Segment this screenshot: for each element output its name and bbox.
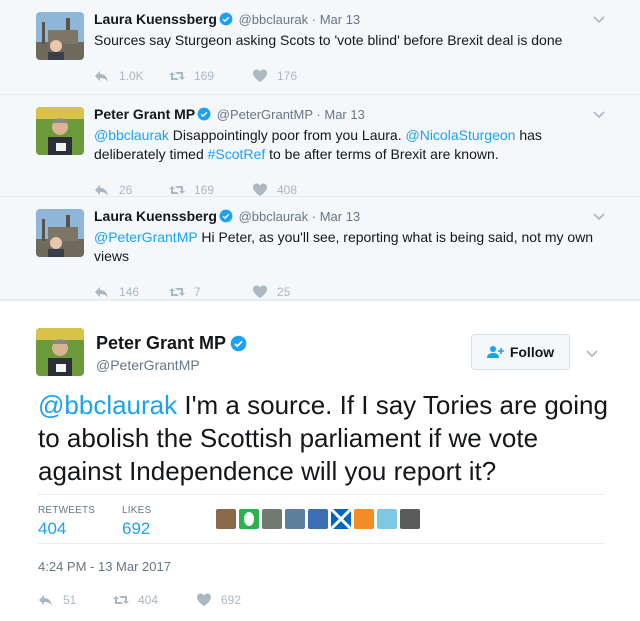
avatar[interactable] — [308, 509, 328, 529]
follow-button[interactable]: Follow — [471, 334, 570, 370]
avatar[interactable] — [36, 107, 84, 155]
reply-tweet[interactable]: Peter Grant MP @PeterGrantMP · Mar 13 @b… — [0, 95, 640, 197]
chevron-down-icon[interactable] — [585, 346, 599, 360]
verified-badge-icon — [230, 335, 247, 352]
retweet-icon — [169, 288, 185, 296]
retweets-stat[interactable]: RETWEETS 404 — [38, 505, 95, 539]
author-handle[interactable]: @bbclaurak — [239, 209, 309, 224]
author-name[interactable]: Laura Kuenssberg — [94, 11, 217, 27]
tweet-actions: 1.0K 169 176 — [94, 58, 624, 94]
main-tweet: Peter Grant MP @PeterGrantMP Follow @bbc… — [0, 300, 640, 621]
verified-badge-icon — [219, 12, 233, 26]
retweet-icon — [169, 72, 185, 80]
author-handle[interactable]: @PeterGrantMP — [217, 107, 313, 122]
reply-tweet[interactable]: Laura Kuenssberg @bbclaurak · Mar 13 Sou… — [0, 0, 640, 95]
avatar[interactable] — [285, 509, 305, 529]
verified-badge-icon — [197, 107, 211, 121]
chevron-down-icon[interactable] — [592, 107, 606, 121]
avatar[interactable] — [36, 209, 84, 257]
text-span: Sources say Sturgeon asking Scots to 'vo… — [94, 32, 563, 48]
avatar[interactable] — [400, 509, 420, 529]
reply-icon — [95, 185, 108, 196]
heart-icon — [253, 183, 267, 196]
chevron-down-icon[interactable] — [592, 209, 606, 223]
chevron-down-icon[interactable] — [592, 12, 606, 26]
tweet-text: @PeterGrantMP Hi Peter, as you'll see, r… — [94, 228, 624, 266]
like-button[interactable]: 692 — [196, 592, 241, 608]
mention-link[interactable]: @bbclaurak — [94, 127, 169, 143]
author-handle[interactable]: @PeterGrantMP — [96, 357, 200, 373]
likes-stat[interactable]: LIKES 692 — [122, 505, 151, 539]
text-span: to be after terms of Brexit are known. — [265, 146, 499, 162]
retweet-icon — [169, 186, 185, 194]
reply-icon — [95, 71, 108, 82]
heart-icon — [253, 285, 267, 298]
tweet-text: Sources say Sturgeon asking Scots to 'vo… — [94, 31, 624, 50]
author-name[interactable]: Peter Grant MP — [94, 106, 195, 122]
reply-button[interactable]: 146 — [94, 284, 169, 300]
verified-badge-icon — [219, 209, 233, 223]
tweet-date[interactable]: Mar 13 — [320, 209, 360, 224]
author-name[interactable]: Laura Kuenssberg — [94, 208, 217, 224]
mention-link[interactable]: @bbclaurak — [38, 390, 177, 420]
mention-link[interactable]: @PeterGrantMP — [94, 229, 197, 245]
retweet-icon — [113, 596, 129, 604]
avatar[interactable] — [262, 509, 282, 529]
reply-tweet[interactable]: Laura Kuenssberg @bbclaurak · Mar 13 @Pe… — [0, 197, 640, 300]
avatar[interactable] — [36, 328, 84, 376]
tweet-date[interactable]: Mar 13 — [320, 12, 360, 27]
retweet-button[interactable]: 404 — [113, 592, 196, 608]
avatar[interactable] — [216, 509, 236, 529]
like-button[interactable]: 176 — [252, 68, 297, 84]
like-button[interactable]: 25 — [252, 284, 290, 300]
avatar[interactable] — [377, 509, 397, 529]
tweet-text: @bbclaurak Disappointingly poor from you… — [94, 126, 624, 164]
reply-thread: Laura Kuenssberg @bbclaurak · Mar 13 Sou… — [0, 0, 640, 300]
reply-button[interactable]: 51 — [38, 592, 113, 608]
retweet-button[interactable]: 7 — [169, 284, 252, 300]
add-user-icon — [486, 346, 504, 358]
avatar[interactable] — [239, 509, 259, 529]
avatar[interactable] — [354, 509, 374, 529]
tweet-timestamp[interactable]: 4:24 PM - 13 Mar 2017 — [38, 559, 171, 574]
liker-avatars — [216, 509, 423, 529]
reply-button[interactable]: 26 — [94, 182, 169, 198]
heart-icon — [253, 69, 267, 82]
heart-icon — [197, 593, 211, 606]
tweet-stats: RETWEETS 404 LIKES 692 — [38, 494, 604, 544]
tweet-date[interactable]: Mar 13 — [324, 107, 364, 122]
retweet-button[interactable]: 169 — [169, 68, 252, 84]
text-span: Disappointingly poor from you Laura. — [168, 127, 406, 143]
reply-icon — [95, 287, 108, 298]
avatar[interactable] — [331, 509, 351, 529]
reply-icon — [39, 595, 52, 606]
reply-button[interactable]: 1.0K — [94, 68, 169, 84]
tweet-text: @bbclaurak I'm a source. If I say Tories… — [38, 389, 608, 488]
mention-link[interactable]: #ScotRef — [208, 146, 266, 162]
mention-link[interactable]: @NicolaSturgeon — [406, 127, 516, 143]
like-button[interactable]: 408 — [252, 182, 297, 198]
retweet-button[interactable]: 169 — [169, 182, 252, 198]
avatar[interactable] — [36, 12, 84, 60]
author-name[interactable]: Peter Grant MP — [96, 332, 249, 354]
author-handle[interactable]: @bbclaurak — [239, 12, 309, 27]
tweet-actions: 51 404 692 — [38, 582, 241, 618]
